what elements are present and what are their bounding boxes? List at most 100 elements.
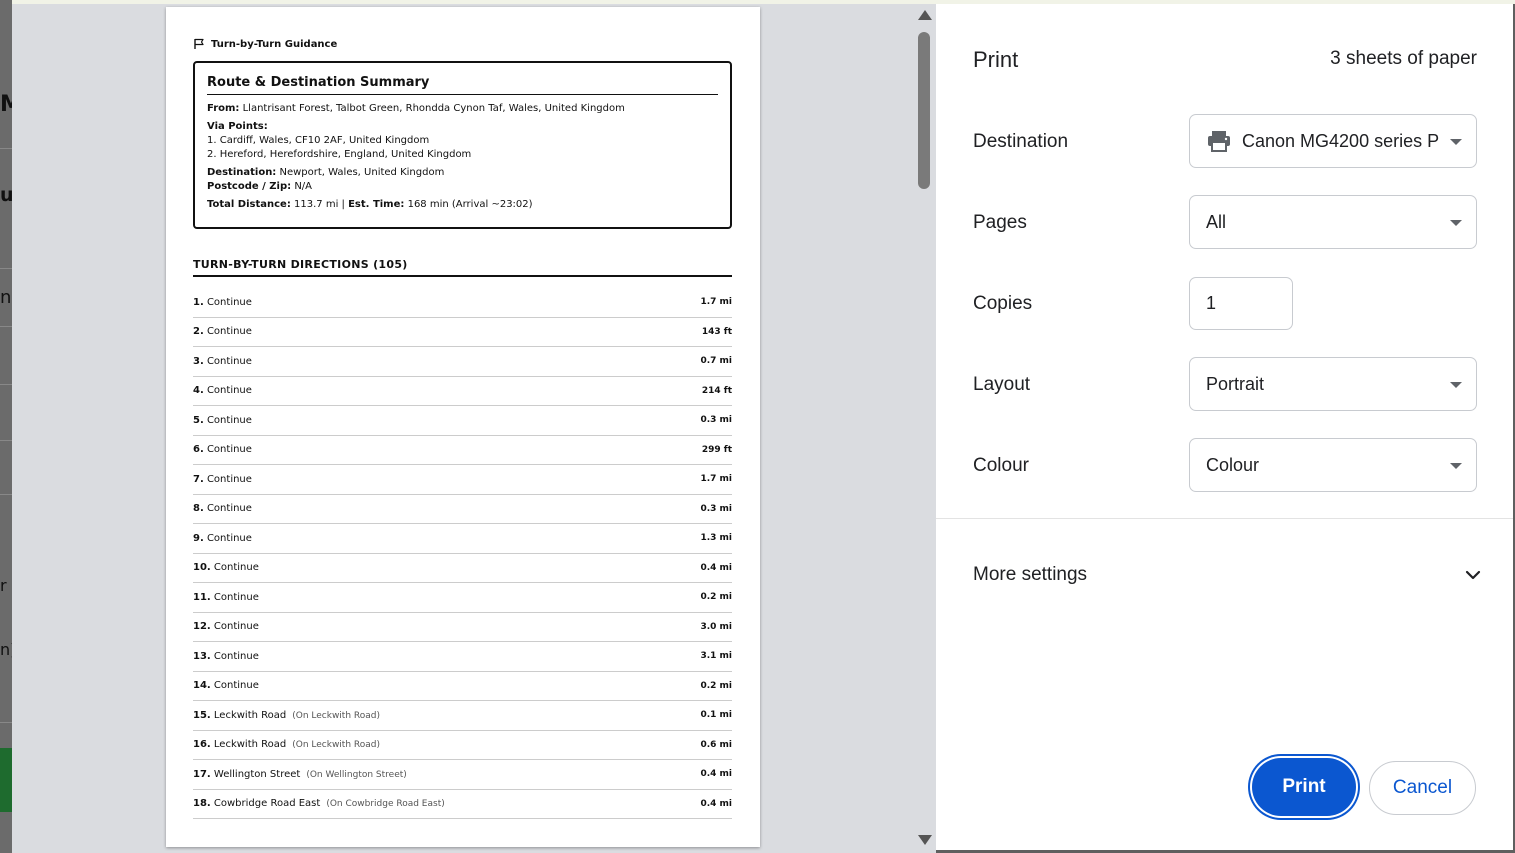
directions-title: TURN-BY-TURN DIRECTIONS (105) (193, 258, 732, 277)
direction-row: 6. Continue 299 ft (193, 436, 732, 465)
guidance-header: Turn-by-Turn Guidance (193, 38, 337, 50)
direction-row: 7. Continue 1.7 mi (193, 465, 732, 495)
pages-label: Pages (973, 212, 1027, 233)
direction-row: 3. Continue 0.7 mi (193, 347, 732, 377)
colour-select[interactable]: Colour (1189, 438, 1477, 492)
direction-row: 12. Continue 3.0 mi (193, 613, 732, 642)
direction-step: 15. Leckwith Road (On Leckwith Road) (193, 710, 380, 721)
direction-number: 14. (193, 680, 211, 692)
from-label: From: (207, 103, 240, 114)
direction-number: 4. (193, 385, 204, 397)
scrollbar-thumb[interactable] (918, 32, 930, 189)
postcode-label: Postcode / Zip: (207, 181, 292, 192)
direction-text: Continue (206, 414, 252, 426)
copies-input[interactable]: 1 (1189, 277, 1293, 330)
direction-note: (On Cowbridge Road East) (326, 799, 445, 810)
layout-value: Portrait (1206, 373, 1265, 394)
direction-distance: 0.4 mi (700, 769, 732, 780)
preview-page: Turn-by-Turn Guidance Route & Destinatio… (166, 7, 760, 847)
scroll-down-arrow-icon[interactable] (918, 835, 932, 845)
direction-step: 9. Continue (193, 533, 252, 544)
direction-step: 10. Continue (193, 562, 259, 573)
direction-row: 8. Continue 0.3 mi (193, 495, 732, 524)
direction-text: Continue (213, 591, 259, 603)
dropdown-caret-icon (1450, 382, 1462, 388)
direction-text: Continue (206, 296, 252, 308)
chevron-down-icon (1465, 570, 1481, 580)
dropdown-caret-icon (1450, 220, 1462, 226)
direction-step: 5. Continue (193, 415, 252, 426)
direction-step: 13. Continue (193, 651, 259, 662)
direction-row: 15. Leckwith Road (On Leckwith Road) 0.1 m… (193, 701, 732, 731)
direction-distance: 0.4 mi (700, 562, 732, 573)
divider (0, 494, 12, 495)
direction-text: Leckwith Road (213, 739, 287, 751)
postcode-value: N/A (294, 181, 313, 192)
summary-title: Route & Destination Summary (207, 75, 718, 95)
pages-select[interactable]: All (1189, 195, 1477, 249)
printer-icon (1206, 129, 1232, 153)
background-text: u (0, 184, 12, 206)
destination-value: Canon MG4200 series P (1242, 130, 1440, 151)
direction-text: Continue (206, 532, 252, 544)
dropdown-caret-icon (1450, 463, 1462, 469)
direction-text: Continue (213, 650, 259, 662)
direction-step: 12. Continue (193, 621, 259, 632)
summary-via-label: Via Points: (207, 120, 718, 134)
direction-step: 1. Continue (193, 297, 252, 308)
panel-divider (936, 518, 1513, 519)
direction-number: 16. (193, 739, 211, 751)
direction-row: 16. Leckwith Road (On Leckwith Road) 0.6 m… (193, 731, 732, 760)
direction-row: 4. Continue 214 ft (193, 377, 732, 406)
divider (0, 384, 12, 385)
layout-select[interactable]: Portrait (1189, 357, 1477, 411)
more-settings-toggle[interactable]: More settings (973, 560, 1481, 590)
preview-scrollbar[interactable] (913, 4, 936, 853)
background-text: n) (0, 640, 12, 659)
time-value: 168 min (Arrival ~23:02) (407, 199, 533, 210)
cancel-button[interactable]: Cancel (1369, 761, 1476, 815)
colour-label: Colour (973, 455, 1029, 476)
direction-distance: 0.2 mi (700, 680, 732, 691)
direction-distance: 0.1 mi (700, 710, 732, 721)
print-button[interactable]: Print (1252, 758, 1356, 816)
direction-step: 14. Continue (193, 680, 259, 691)
destination-label: Destination: (207, 167, 277, 178)
direction-number: 5. (193, 414, 204, 426)
direction-distance: 1.7 mi (700, 297, 732, 308)
divider (0, 722, 12, 723)
scroll-up-arrow-icon[interactable] (918, 10, 932, 20)
summary-via-2: 2. Hereford, Herefordshire, England, Uni… (207, 149, 472, 160)
direction-text: Continue (213, 621, 259, 633)
from-value: Llantrisant Forest, Talbot Green, Rhondd… (242, 103, 625, 114)
direction-text: Continue (206, 385, 252, 397)
direction-step: 6. Continue (193, 444, 252, 455)
direction-text: Continue (206, 444, 252, 456)
direction-text: Leckwith Road (213, 709, 287, 721)
direction-distance: 0.3 mi (700, 503, 732, 514)
background-green-button (0, 748, 12, 812)
direction-number: 8. (193, 503, 204, 515)
print-settings-panel: Print 3 sheets of paper Destination Cano… (936, 4, 1513, 850)
direction-row: 14. Continue 0.2 mi (193, 672, 732, 701)
divider (0, 326, 12, 327)
direction-step: 16. Leckwith Road (On Leckwith Road) (193, 739, 380, 750)
direction-row: 5. Continue 0.3 mi (193, 406, 732, 436)
layout-label: Layout (973, 374, 1031, 395)
directions-list: 1. Continue 1.7 mi 2. Continue 143 ft 3. Con… (193, 288, 732, 819)
summary-postcode: Postcode / Zip: N/A (207, 180, 718, 194)
destination-select[interactable]: Canon MG4200 series P (1189, 114, 1477, 168)
copies-value: 1 (1206, 293, 1217, 313)
direction-row: 2. Continue 143 ft (193, 318, 732, 347)
direction-step: 11. Continue (193, 592, 259, 603)
direction-number: 10. (193, 562, 211, 574)
summary-from: From: Llantrisant Forest, Talbot Green, … (207, 102, 718, 116)
print-title: Print (973, 47, 1019, 72)
direction-row: 17. Wellington Street (On Wellington Stre… (193, 760, 732, 790)
direction-text: Continue (206, 355, 252, 367)
direction-number: 12. (193, 621, 211, 633)
divider (0, 440, 12, 441)
direction-number: 15. (193, 709, 211, 721)
direction-text: Continue (213, 680, 259, 692)
direction-row: 11. Continue 0.2 mi (193, 583, 732, 613)
